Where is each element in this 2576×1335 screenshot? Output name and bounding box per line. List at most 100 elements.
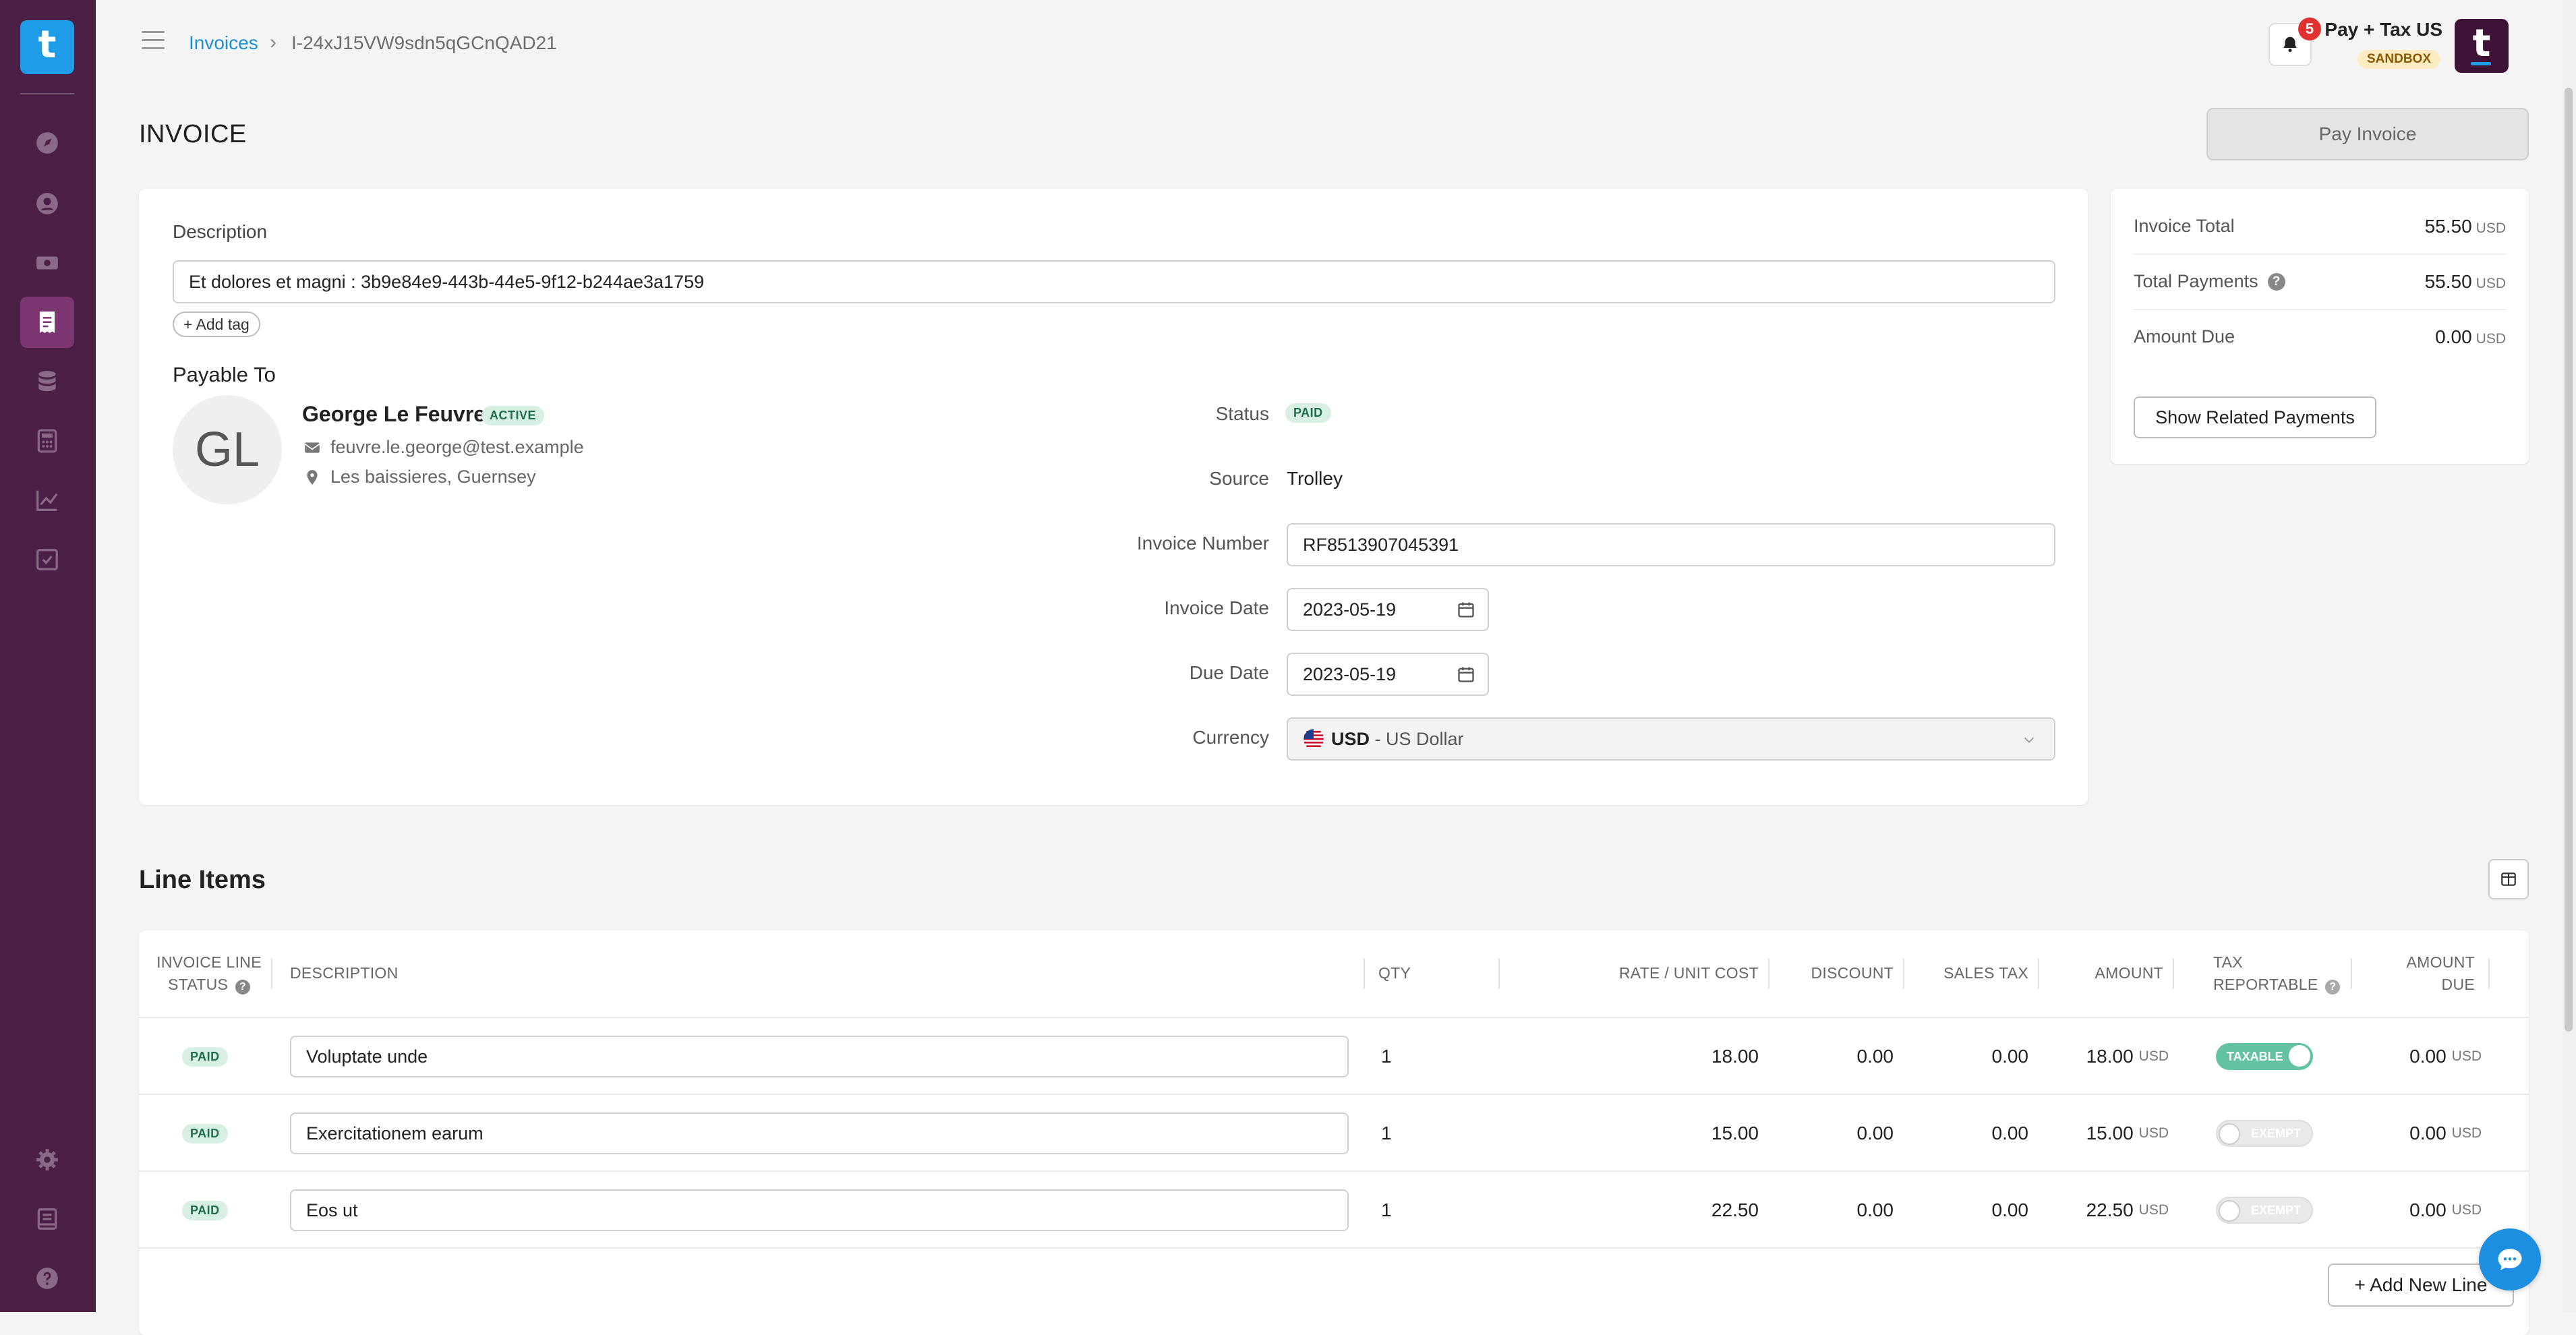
- money-icon[interactable]: [20, 237, 74, 289]
- column-header-rate[interactable]: RATE / UNIT COST: [1508, 930, 1759, 1017]
- chevron-right-icon: ›: [270, 31, 276, 53]
- description-input[interactable]: Et dolores et magni : 3b9e84e9-443b-44e5…: [173, 260, 2055, 303]
- help-icon[interactable]: ?: [2325, 979, 2341, 995]
- gear-icon[interactable]: [20, 1134, 74, 1185]
- org-logo[interactable]: t: [2455, 19, 2509, 73]
- add-tag-button[interactable]: + Add tag: [173, 312, 260, 337]
- line-status-badge: PAID: [182, 1046, 228, 1067]
- book-icon[interactable]: [20, 1193, 74, 1245]
- column-header-sales-tax[interactable]: SALES TAX: [1912, 930, 2028, 1017]
- currency-unit: USD: [2451, 1125, 2482, 1141]
- line-rate[interactable]: 18.00: [1508, 1018, 1759, 1095]
- toggle-knob: [2289, 1045, 2310, 1067]
- line-qty[interactable]: 1: [1381, 1018, 1392, 1095]
- summary-value: 55.50: [2424, 271, 2472, 292]
- column-divider: [1768, 959, 1769, 988]
- invoice-number-input[interactable]: RF8513907045391: [1287, 523, 2055, 566]
- us-flag-icon: [1304, 729, 1324, 749]
- column-divider: [1498, 959, 1500, 988]
- line-amount: 22.50 USD: [2047, 1172, 2169, 1249]
- environment-badge: SANDBOX: [2358, 50, 2441, 69]
- column-divider: [2038, 959, 2039, 988]
- toggle-label: TAXABLE: [2227, 1049, 2283, 1063]
- line-discount[interactable]: 0.00: [1778, 1018, 1894, 1095]
- currency-name: - US Dollar: [1370, 728, 1464, 749]
- calendar-icon[interactable]: [1457, 665, 1475, 684]
- line-sales-tax[interactable]: 0.00: [1912, 1095, 2029, 1172]
- column-header-description[interactable]: DESCRIPTION: [290, 930, 398, 1017]
- column-header-amount-due[interactable]: AMOUNT DUE: [2360, 930, 2475, 1017]
- envelope-icon: [304, 442, 320, 453]
- invoice-icon[interactable]: [20, 297, 74, 348]
- summary-row-amount-due: Amount Due 0.00 USD: [2134, 310, 2506, 364]
- payee-status-badge: ACTIVE: [481, 406, 545, 425]
- line-description-input[interactable]: Voluptate unde: [290, 1036, 1349, 1077]
- invoice-summary-card: Invoice Total 55.50 USD Total Payments? 5…: [2111, 189, 2529, 464]
- currency-unit: USD: [2138, 1202, 2169, 1218]
- tax-reportable-toggle[interactable]: EXEMPT: [2216, 1197, 2313, 1224]
- column-header-tax-reportable[interactable]: TAX REPORTABLE ?: [2213, 930, 2341, 1017]
- line-status-badge: PAID: [182, 1200, 228, 1220]
- tax-reportable-toggle[interactable]: EXEMPT: [2216, 1120, 2313, 1147]
- line-discount[interactable]: 0.00: [1778, 1095, 1894, 1172]
- line-qty[interactable]: 1: [1381, 1095, 1392, 1172]
- payee-name[interactable]: George Le Feuvre: [302, 402, 486, 427]
- column-header-qty[interactable]: QTY: [1378, 930, 1411, 1017]
- header-text: DUE: [2441, 976, 2475, 993]
- amount-value: 15.00: [2086, 1123, 2134, 1144]
- calculator-icon[interactable]: [20, 415, 74, 467]
- tax-reportable-toggle[interactable]: TAXABLE: [2216, 1043, 2313, 1070]
- show-related-payments-button[interactable]: Show Related Payments: [2134, 396, 2376, 438]
- breadcrumb-invoices-link[interactable]: Invoices: [189, 32, 258, 54]
- toggle-label: EXEMPT: [2251, 1203, 2302, 1217]
- line-description-input[interactable]: Exercitationem earum: [290, 1112, 1349, 1154]
- line-items-heading: Line Items: [139, 866, 266, 894]
- currency-select[interactable]: USD - US Dollar: [1287, 717, 2055, 761]
- scrollbar-thumb[interactable]: [2565, 88, 2573, 1032]
- invoice-date-input[interactable]: 2023-05-19: [1287, 588, 1489, 631]
- currency-unit: USD: [2451, 1202, 2482, 1218]
- line-qty[interactable]: 1: [1381, 1172, 1392, 1249]
- header-text: INVOICE LINE: [156, 953, 262, 971]
- payee-avatar: GL: [173, 395, 282, 504]
- line-sales-tax[interactable]: 0.00: [1912, 1018, 2029, 1095]
- column-header-discount[interactable]: DISCOUNT: [1778, 930, 1894, 1017]
- columns-toggle-button[interactable]: [2488, 859, 2529, 899]
- calendar-icon[interactable]: [1457, 600, 1475, 619]
- toggle-knob: [2219, 1123, 2240, 1145]
- pay-invoice-button[interactable]: Pay Invoice: [2206, 108, 2529, 160]
- description-label: Description: [173, 221, 268, 242]
- line-description-input[interactable]: Eos ut: [290, 1189, 1349, 1231]
- table-row: PAID Eos ut 1 22.50 0.00 0.00 22.50 USD E…: [139, 1170, 2529, 1249]
- person-icon[interactable]: [20, 178, 74, 229]
- invoice-details-card: Description Et dolores et magni : 3b9e84…: [139, 189, 2088, 805]
- table-bottom-border: [139, 1247, 2529, 1250]
- invoice-date-label: Invoice Date: [1164, 597, 1269, 618]
- column-divider: [2173, 959, 2174, 988]
- chart-icon[interactable]: [20, 475, 74, 526]
- help-icon[interactable]: ?: [2267, 272, 2285, 291]
- help-icon[interactable]: [20, 1253, 74, 1304]
- database-icon[interactable]: [20, 356, 74, 407]
- help-icon[interactable]: ?: [235, 979, 250, 995]
- org-name[interactable]: Pay + Tax US: [2320, 19, 2442, 40]
- currency-unit: USD: [2138, 1125, 2169, 1141]
- line-sales-tax[interactable]: 0.00: [1912, 1172, 2029, 1249]
- line-discount[interactable]: 0.00: [1778, 1172, 1894, 1249]
- column-header-amount[interactable]: AMOUNT: [2047, 930, 2163, 1017]
- table-row: PAID Exercitationem earum 1 15.00 0.00 0…: [139, 1094, 2529, 1172]
- column-header-status[interactable]: INVOICE LINE STATUS ?: [155, 930, 263, 1017]
- summary-value: 55.50: [2424, 216, 2472, 237]
- invoice-date-value: 2023-05-19: [1303, 599, 1397, 620]
- line-items-table: INVOICE LINE STATUS ? DESCRIPTION QTY RA…: [139, 930, 2529, 1335]
- table-row: PAID Voluptate unde 1 18.00 0.00 0.00 18…: [139, 1017, 2529, 1095]
- dashboard-icon[interactable]: [20, 117, 74, 169]
- line-amount-due: 0.00 USD: [2360, 1172, 2482, 1249]
- app-logo[interactable]: t: [20, 20, 74, 74]
- checklist-icon[interactable]: [20, 534, 74, 585]
- due-date-input[interactable]: 2023-05-19: [1287, 653, 1489, 696]
- chat-button[interactable]: [2479, 1228, 2541, 1290]
- menu-icon[interactable]: [142, 31, 165, 51]
- line-rate[interactable]: 22.50: [1508, 1172, 1759, 1249]
- line-rate[interactable]: 15.00: [1508, 1095, 1759, 1172]
